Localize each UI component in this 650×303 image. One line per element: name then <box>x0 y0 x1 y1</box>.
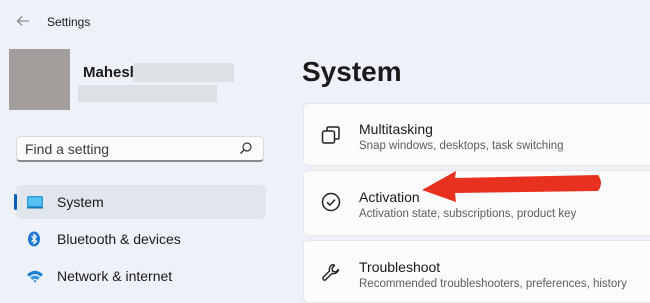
search-input[interactable] <box>25 140 235 158</box>
card-title: Troubleshoot <box>359 259 441 275</box>
search-icon[interactable] <box>239 141 253 155</box>
wifi-icon <box>26 268 43 284</box>
card-subtitle: Recommended troubleshooters, preferences… <box>359 278 627 290</box>
sidebar-item-label: Network & internet <box>57 268 173 284</box>
sidebar-item-label: System <box>57 194 104 210</box>
redacted-block <box>133 63 234 82</box>
bluetooth-icon <box>26 231 42 247</box>
back-arrow-icon[interactable] <box>14 13 32 31</box>
monitor-icon <box>26 194 43 210</box>
page-title: System <box>302 56 402 87</box>
sidebar-item-label: Bluetooth & devices <box>57 231 181 247</box>
wrench-icon <box>320 261 342 283</box>
multitasking-card[interactable]: Multitasking Snap windows, desktops, tas… <box>303 103 650 166</box>
check-circle-icon <box>320 191 342 213</box>
avatar[interactable] <box>9 49 70 110</box>
card-subtitle: Activation state, subscriptions, product… <box>359 208 577 220</box>
window-title: Settings <box>47 15 91 29</box>
troubleshoot-card[interactable]: Troubleshoot Recommended troubleshooters… <box>303 240 650 303</box>
card-title: Multitasking <box>359 121 433 137</box>
redacted-block <box>78 85 217 102</box>
card-subtitle: Snap windows, desktops, task switching <box>359 140 564 152</box>
user-name: Mahesh <box>83 64 139 81</box>
activation-card[interactable]: Activation Activation state, subscriptio… <box>303 170 650 236</box>
card-title: Activation <box>359 189 420 205</box>
search-box[interactable] <box>16 136 264 162</box>
settings-window: Settings Mahesh System Bluetooth & devic… <box>0 0 650 303</box>
multitasking-icon <box>320 124 342 146</box>
sidebar-item-system[interactable]: System <box>14 185 266 219</box>
title-bar: Settings <box>0 0 650 44</box>
sidebar-item-bluetooth-devices[interactable]: Bluetooth & devices <box>16 222 266 256</box>
sidebar-item-network-internet[interactable]: Network & internet <box>16 259 266 293</box>
selection-indicator <box>14 194 17 210</box>
